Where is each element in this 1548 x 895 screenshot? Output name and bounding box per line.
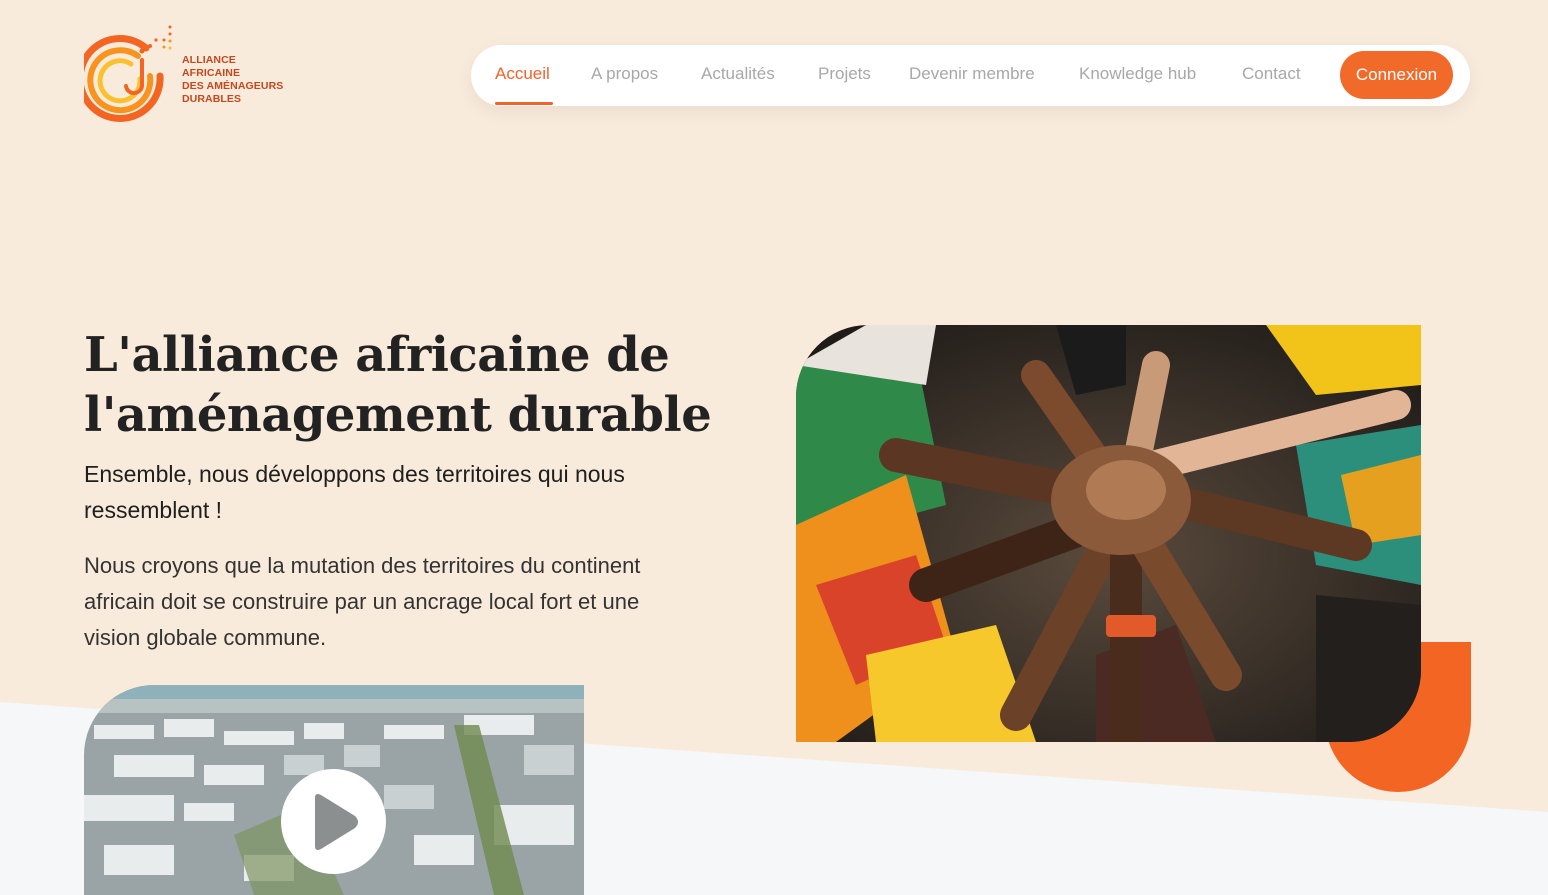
video-play-button[interactable]	[281, 769, 386, 874]
hero-description-line: Nous croyons que la mutation des territo…	[84, 553, 641, 578]
play-icon	[314, 793, 358, 850]
hero-image-hands	[796, 325, 1421, 742]
main-navigation: Accueil A propos Actualités Projets Deve…	[471, 45, 1470, 106]
logo-line: DURABLES	[182, 93, 242, 105]
hero-title-line: L'alliance africaine de	[84, 327, 670, 383]
nav-item-accueil[interactable]: Accueil	[495, 64, 550, 86]
nav-item-contact[interactable]: Contact	[1242, 64, 1301, 86]
logo-line: ALLIANCE	[182, 54, 236, 66]
site-logo[interactable]: ALLIANCE AFRICAINE DES AMÉNAGEURS DURABL…	[84, 24, 294, 126]
hero-subtitle-line: ressemblent !	[84, 497, 223, 523]
connexion-button[interactable]: Connexion	[1340, 51, 1453, 99]
nav-item-a-propos[interactable]: A propos	[591, 64, 658, 86]
alliance-logo-icon	[84, 25, 172, 122]
hero-description: Nous croyons que la mutation des territo…	[84, 548, 744, 656]
nav-item-projets[interactable]: Projets	[818, 64, 871, 86]
logo-wordmark: ALLIANCE AFRICAINE DES AMÉNAGEURS DURABL…	[182, 54, 283, 106]
hero-description-line: vision globale commune.	[84, 625, 327, 650]
logo-line: AFRICAINE	[182, 67, 241, 79]
nav-active-indicator	[495, 102, 553, 105]
hero-title-line: l'aménagement durable	[84, 387, 712, 443]
hero-description-line: africain doit se construire par un ancra…	[84, 589, 640, 614]
hero-subtitle: Ensemble, nous développons des territoir…	[84, 456, 684, 528]
hero-subtitle-line: Ensemble, nous développons des territoir…	[84, 461, 625, 487]
logo-line: DES AMÉNAGEURS	[182, 80, 284, 92]
hero-title: L'alliance africaine de l'aménagement du…	[84, 325, 724, 445]
nav-item-actualites[interactable]: Actualités	[701, 64, 775, 86]
nav-item-knowledge-hub[interactable]: Knowledge hub	[1079, 64, 1196, 86]
nav-item-devenir-membre[interactable]: Devenir membre	[909, 64, 1035, 86]
